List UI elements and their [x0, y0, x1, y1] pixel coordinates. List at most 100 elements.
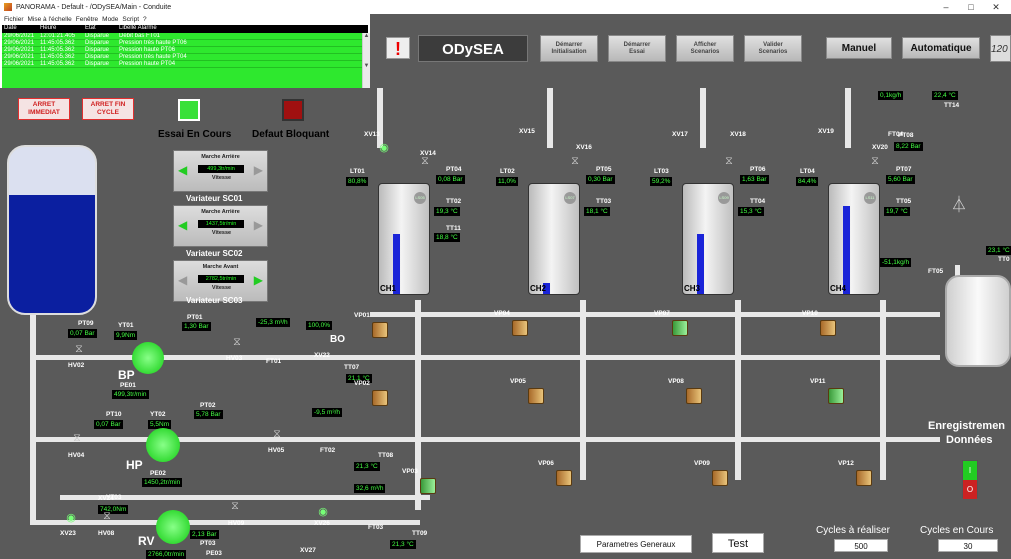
auto-mode-button[interactable]: Automatique — [902, 37, 980, 59]
xv-valve-icon: ⧖ — [871, 155, 879, 167]
vp-valve-icon[interactable] — [828, 388, 844, 404]
defaut-indicator — [282, 99, 304, 121]
start-init-button[interactable]: Démarrer Initialisation — [540, 35, 598, 62]
alarm-row[interactable]: 29/06/2021 11:45:05.362 Disparue Pression t… — [2, 40, 362, 47]
alarm-col-state[interactable]: Etat — [85, 25, 119, 33]
start-test-button[interactable]: Démarrer Essai — [608, 35, 666, 62]
tank-label: CH1 — [380, 284, 397, 293]
alarm-row[interactable]: 29/06/2021 11:45:05.362 Disparue Pression h… — [2, 47, 362, 54]
hv08-valve-icon[interactable]: ⧖ — [100, 510, 114, 522]
alarm-row[interactable]: 29/06/2021 11:45:05.362 Disparue Pression h… — [2, 61, 362, 68]
pe02-tag: PE02 — [150, 470, 166, 477]
tt-right-value: 23,1 °C — [986, 246, 1011, 255]
lt-value: 11,0% — [496, 177, 518, 186]
minimize-button[interactable]: – — [935, 0, 957, 14]
hv04-valve-icon[interactable]: ⧖ — [70, 432, 84, 444]
vp-valve-icon[interactable] — [420, 478, 436, 494]
record-on[interactable]: I — [963, 461, 977, 480]
tt-value: 15,3 °C — [738, 207, 764, 216]
menu-fenetre[interactable]: Fenêtre — [76, 16, 98, 23]
vp-valve-icon[interactable] — [556, 470, 572, 486]
alarm-col-date[interactable]: Date — [2, 25, 40, 33]
enreg-label-2: Données — [946, 434, 993, 446]
vp-valve-icon[interactable] — [820, 320, 836, 336]
ft03-value: 32,6 m³/h — [354, 484, 386, 493]
hv05-tag: HV05 — [268, 447, 285, 454]
alarm-cell: Disparue — [85, 54, 110, 60]
menu-help[interactable]: ? — [143, 16, 147, 23]
stop-immediate-button[interactable]: ARRET IMMEDIAT — [18, 98, 70, 120]
vp-valve-icon[interactable] — [528, 388, 544, 404]
pump-hp-icon[interactable] — [146, 428, 180, 462]
sc01-speed-label: Vitesse — [211, 175, 232, 181]
vp-tag: VP06 — [538, 460, 554, 467]
alarm-cell: Disparue — [85, 40, 110, 46]
validate-scenarios-l1: Valider — [763, 41, 783, 48]
hv05-valve-icon[interactable]: ⧖ — [270, 428, 284, 440]
close-button[interactable]: ✕ — [985, 0, 1007, 14]
tt-tag: TT04 — [750, 198, 766, 205]
record-off[interactable]: O — [963, 480, 977, 499]
stop-end-cycle-button[interactable]: ARRET FIN CYCLE — [82, 98, 134, 120]
vp-tag: VP04 — [494, 310, 510, 317]
start-test-l1: Démarrer — [623, 41, 651, 48]
menu-script[interactable]: Script — [122, 16, 139, 23]
xv-valve-icon: ⧖ — [725, 155, 733, 167]
alarm-row[interactable]: 29/06/2021 11:45:05.362 Disparue Pression t… — [2, 54, 362, 61]
hv02-valve-icon[interactable]: ⧖ — [72, 343, 86, 355]
pump-rv-icon[interactable] — [156, 510, 190, 544]
general-params-button[interactable]: Parametres Generaux — [580, 535, 692, 553]
menu-fichier[interactable]: Fichier — [4, 16, 24, 23]
menu-mode[interactable]: Mode — [102, 16, 118, 23]
hv03-tag: HV03 — [226, 355, 243, 362]
menu-mise-echelle[interactable]: Mise à l'échelle — [28, 16, 72, 23]
xv18-tag: XV18 — [730, 131, 746, 138]
xv13-valve-icon[interactable]: ◉ — [377, 142, 391, 154]
vp-valve-icon[interactable] — [372, 322, 388, 338]
validate-scenarios-button[interactable]: Valider Scenarios — [744, 35, 802, 62]
alarm-cell: Pression très haute PT04 — [119, 54, 187, 60]
show-scenarios-button[interactable]: Afficher Scenarios — [676, 35, 734, 62]
xv17-tag: XV17 — [672, 131, 688, 138]
manual-mode-button[interactable]: Manuel — [826, 37, 892, 59]
vp-tag: VP07 — [654, 310, 670, 317]
pump-bp-icon[interactable] — [132, 342, 164, 374]
variateur-sc01[interactable]: Marche Arrière ◀ ▶ 499,3tr/min Vitesse — [173, 150, 268, 192]
sc01-speed: 499,3tr/min — [198, 165, 244, 173]
xv23-valve-icon[interactable]: ◉ — [64, 512, 78, 524]
alarm-row[interactable]: 29/06/2021 12:01:21.405 Disparue Débit bas … — [2, 33, 362, 40]
xv22-tag: XV22 — [314, 352, 330, 359]
pt02-tag: PT02 — [200, 402, 216, 409]
relief-valve-icon[interactable]: ⏃ — [948, 198, 970, 222]
hv09-valve-icon[interactable]: ⧖ — [228, 500, 242, 512]
sc03-speed: 2782,5tr/min — [198, 275, 244, 283]
hv03-valve-icon[interactable]: ⧖ — [230, 336, 244, 348]
alarm-scrollbar[interactable]: ▲ ▼ — [362, 33, 370, 88]
test-button[interactable]: Test — [712, 533, 764, 553]
ft01-tag: FT01 — [266, 358, 282, 365]
variateur-sc02[interactable]: Marche Arrière ◀ ▶ 1437,5tr/min Vitesse — [173, 205, 268, 247]
app-title: ODySEA — [418, 35, 528, 62]
alarm-cell: Pression haute PT04 — [119, 61, 176, 67]
pt01-value: 1,30 Bar — [182, 322, 211, 331]
vp-valve-icon[interactable] — [856, 470, 872, 486]
xv14-tag: XV14 — [420, 150, 436, 157]
maximize-button[interactable]: □ — [960, 0, 982, 14]
vp-valve-icon[interactable] — [512, 320, 528, 336]
alert-icon[interactable]: ! — [386, 37, 410, 59]
vp-valve-icon[interactable] — [672, 320, 688, 336]
tank-label: CH3 — [684, 284, 701, 293]
xv26-valve-icon[interactable]: ◉ — [316, 506, 330, 518]
alarm-col-label[interactable]: Libellé Alarme — [119, 25, 368, 33]
alarm-cell: Débit bas FT01 — [119, 33, 161, 39]
pt-tag: PT05 — [596, 166, 612, 173]
record-toggle[interactable]: I O — [962, 460, 978, 499]
vp-valve-icon[interactable] — [686, 388, 702, 404]
vp-valve-icon[interactable] — [712, 470, 728, 486]
alarm-col-time[interactable]: Heure — [40, 25, 85, 33]
pt-value: 0,08 Bar — [436, 175, 465, 184]
tank-ch4: CH4 LS11 — [828, 183, 880, 295]
cycles-todo-input[interactable]: 500 — [834, 539, 888, 552]
vp-valve-icon[interactable] — [372, 390, 388, 406]
pt03-tag: PT03 — [200, 540, 216, 547]
